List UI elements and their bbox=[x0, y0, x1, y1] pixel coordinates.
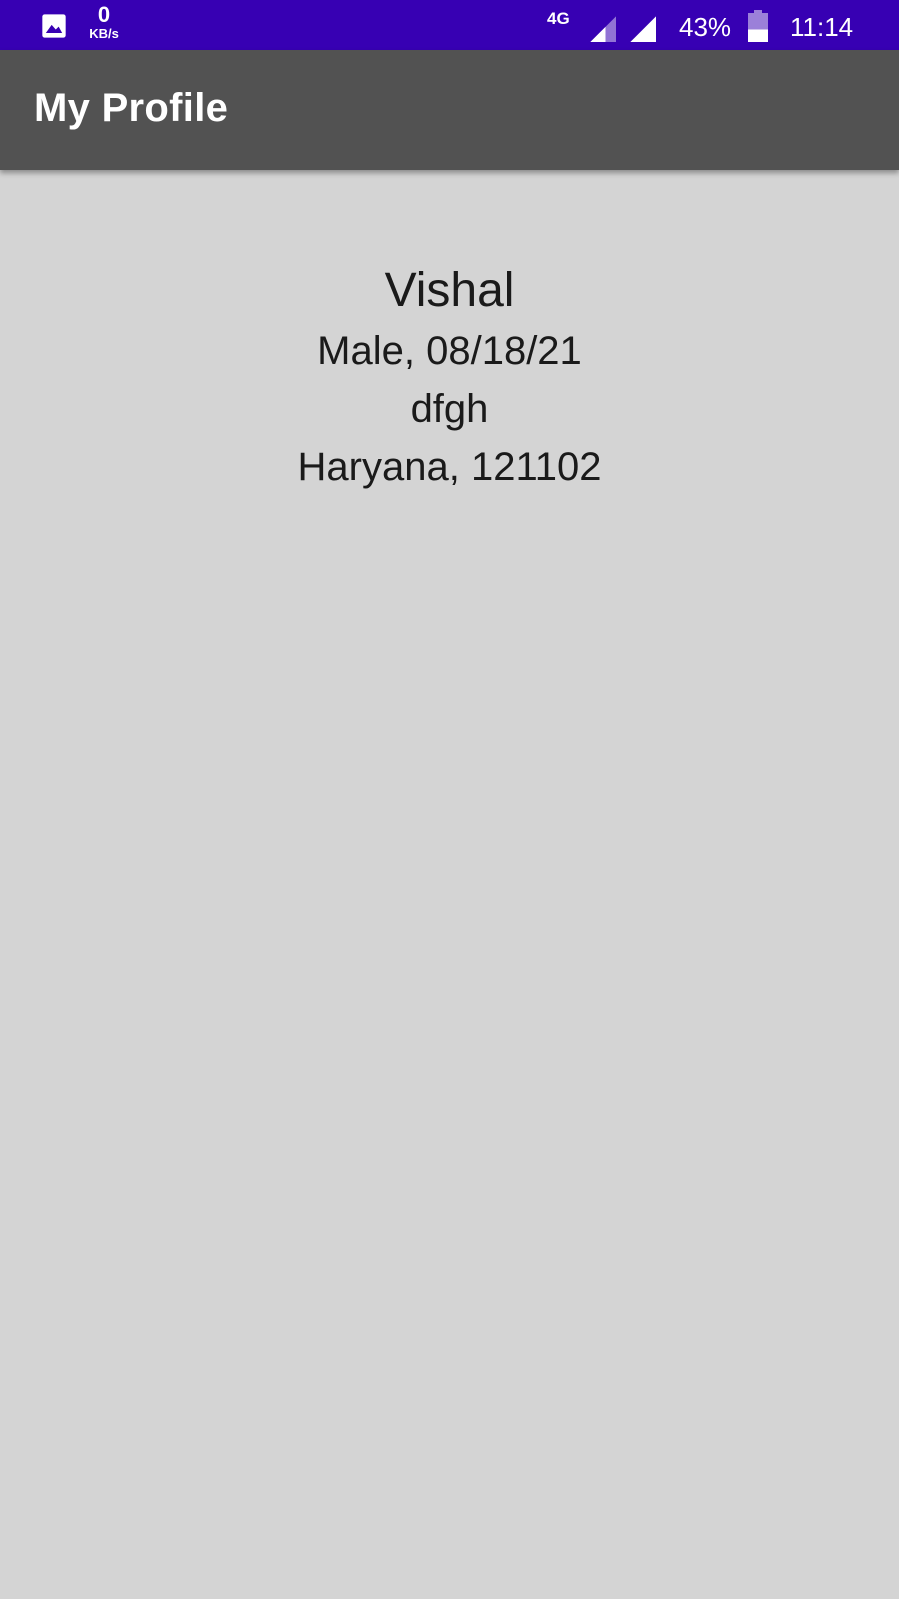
battery-percent: 43% bbox=[679, 12, 732, 42]
network-speed-value: 0 bbox=[97, 2, 111, 27]
battery-icon bbox=[748, 10, 768, 42]
profile-name: Vishal bbox=[384, 264, 515, 317]
signal-icon bbox=[630, 16, 656, 42]
image-icon bbox=[42, 14, 66, 38]
status-bar: 0 KB/s 4G 43% 11:14 bbox=[0, 0, 899, 50]
profile-address: dfgh bbox=[410, 387, 489, 431]
network-speed: 0 KB/s bbox=[86, 2, 122, 41]
app-bar: My Profile bbox=[0, 50, 899, 170]
profile-state-pin: Haryana, 121102 bbox=[297, 445, 602, 489]
profile-details: Vishal Male, 08/18/21 dfgh Haryana, 1211… bbox=[0, 260, 899, 496]
profile-gender-dob: Male, 08/18/21 bbox=[317, 329, 582, 373]
network-type: 4G bbox=[547, 9, 570, 28]
signal-icon bbox=[590, 16, 616, 42]
page-title: My Profile bbox=[34, 86, 229, 130]
clock: 11:14 bbox=[790, 12, 854, 42]
network-speed-unit: KB/s bbox=[89, 26, 119, 41]
